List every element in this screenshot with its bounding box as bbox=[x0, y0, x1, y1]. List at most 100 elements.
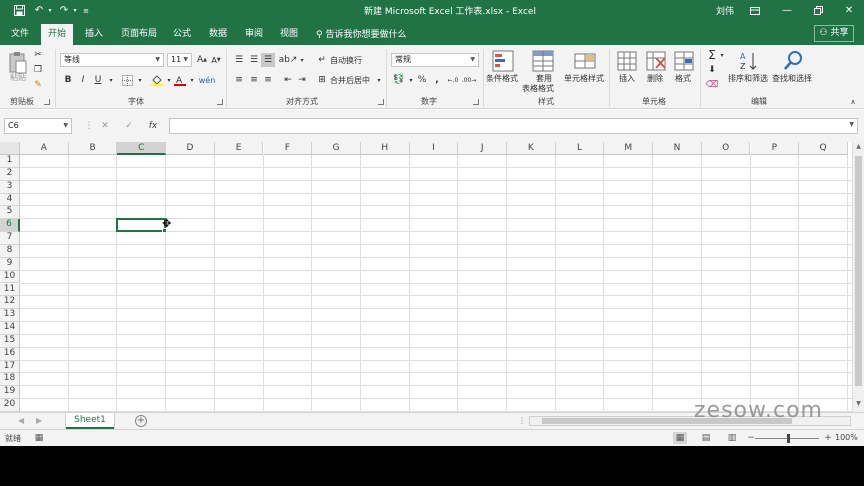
delete-cells-icon[interactable] bbox=[645, 50, 667, 72]
row-header[interactable]: 6 bbox=[0, 219, 20, 233]
select-all-button[interactable] bbox=[0, 142, 20, 155]
font-color-dropdown-icon[interactable]: ▾ bbox=[185, 73, 199, 87]
page-layout-view-icon[interactable]: ▤ bbox=[699, 432, 713, 444]
orientation-dropdown-icon[interactable]: ▾ bbox=[295, 53, 309, 67]
phonetic-icon[interactable]: wén bbox=[199, 73, 216, 87]
redo-dropdown-icon[interactable]: ▾ bbox=[71, 3, 79, 18]
sheet-tab[interactable]: Sheet1 bbox=[66, 413, 114, 429]
customize-toolbar-icon[interactable]: ≡ bbox=[82, 3, 90, 18]
align-middle-icon[interactable]: ☰ bbox=[247, 53, 261, 67]
align-left-icon[interactable]: ≡ bbox=[232, 73, 246, 87]
save-icon[interactable] bbox=[12, 3, 26, 18]
row-header[interactable]: 4 bbox=[0, 193, 20, 207]
scroll-down-icon[interactable]: ▼ bbox=[853, 400, 864, 410]
row-header[interactable]: 19 bbox=[0, 386, 20, 400]
copy-icon[interactable]: ❐ bbox=[32, 64, 44, 76]
percent-button[interactable]: % bbox=[415, 73, 429, 87]
format-as-table-icon[interactable] bbox=[532, 50, 554, 72]
decrease-indent-icon[interactable]: ⇤ bbox=[281, 73, 295, 87]
worksheet-grid[interactable]: A B C D E F G H I J K L M N O P Q 1 2 3 4 5 6 7 8 9 10 11 12 13 14 15 16… bbox=[0, 142, 852, 412]
column-header[interactable]: B bbox=[68, 142, 118, 155]
column-header[interactable]: L bbox=[555, 142, 605, 155]
number-launcher-icon[interactable] bbox=[473, 99, 479, 105]
column-header[interactable]: E bbox=[214, 142, 264, 155]
row-header[interactable]: 18 bbox=[0, 373, 20, 387]
active-cell[interactable] bbox=[116, 218, 167, 233]
row-header[interactable]: 12 bbox=[0, 296, 20, 310]
add-sheet-icon[interactable]: + bbox=[135, 415, 147, 427]
font-size-select[interactable]: 11 ▼ bbox=[167, 53, 192, 67]
page-break-view-icon[interactable]: ▥ bbox=[725, 432, 739, 444]
tab-home[interactable]: 开始 bbox=[41, 24, 74, 45]
normal-view-icon[interactable]: ▦ bbox=[673, 432, 687, 444]
row-header[interactable]: 8 bbox=[0, 244, 20, 258]
wrap-text-icon[interactable]: ↵ bbox=[316, 54, 328, 66]
row-header[interactable]: 20 bbox=[0, 399, 20, 412]
format-cells-icon[interactable] bbox=[673, 50, 695, 72]
align-top-icon[interactable]: ☰ bbox=[232, 53, 246, 67]
vertical-scrollbar[interactable]: ▲ ▼ bbox=[852, 142, 864, 412]
borders-dropdown-icon[interactable]: ▾ bbox=[133, 73, 147, 87]
row-header[interactable]: 15 bbox=[0, 334, 20, 348]
number-format-select[interactable]: 常规 ▼ bbox=[391, 53, 479, 67]
column-header[interactable]: C bbox=[117, 142, 167, 155]
tab-file[interactable]: 文件 bbox=[4, 24, 36, 45]
sort-filter-icon[interactable]: AZ bbox=[738, 50, 760, 72]
delete-cells-button[interactable]: 删除 bbox=[647, 73, 663, 84]
bold-button[interactable]: B bbox=[61, 73, 75, 87]
increase-indent-icon[interactable]: ⇥ bbox=[295, 73, 309, 87]
merge-center-icon[interactable]: ⊞ bbox=[316, 74, 328, 86]
cell-styles-icon[interactable] bbox=[574, 50, 596, 72]
autosum-icon[interactable]: Σ bbox=[705, 48, 719, 62]
column-header[interactable]: A bbox=[20, 142, 69, 155]
restore-icon[interactable] bbox=[803, 0, 833, 21]
font-launcher-icon[interactable] bbox=[217, 99, 223, 105]
row-header[interactable]: 7 bbox=[0, 232, 20, 245]
font-name-select[interactable]: 等线 ▼ bbox=[60, 53, 164, 67]
row-header[interactable]: 1 bbox=[0, 155, 20, 168]
undo-icon[interactable]: ↶ bbox=[32, 3, 46, 18]
share-button[interactable]: ⚇ 共享 bbox=[814, 25, 854, 42]
autosum-dropdown-icon[interactable]: ▾ bbox=[718, 50, 726, 60]
tab-insert[interactable]: 插入 bbox=[78, 24, 110, 45]
align-center-icon[interactable]: ≡ bbox=[247, 73, 261, 87]
align-bottom-icon[interactable]: ☰ bbox=[261, 53, 275, 67]
column-header[interactable]: Q bbox=[799, 142, 848, 155]
format-cells-button[interactable]: 格式 bbox=[675, 73, 691, 84]
format-painter-icon[interactable]: ✎ bbox=[32, 79, 44, 91]
column-header[interactable]: P bbox=[750, 142, 800, 155]
tell-me-box[interactable]: ⚲ 告诉我你想要做什么 bbox=[316, 27, 406, 40]
redo-icon[interactable]: ↷ bbox=[57, 3, 71, 18]
insert-function-icon[interactable]: fx bbox=[144, 118, 162, 134]
column-header[interactable]: M bbox=[604, 142, 654, 155]
italic-button[interactable]: I bbox=[76, 73, 90, 87]
fill-icon[interactable]: ⬇ bbox=[705, 63, 719, 77]
find-select-button[interactable]: 查找和选择 bbox=[772, 73, 812, 84]
decrease-decimal-icon[interactable]: .00→ bbox=[462, 73, 477, 87]
row-header[interactable]: 13 bbox=[0, 309, 20, 323]
find-select-icon[interactable] bbox=[782, 50, 804, 72]
row-header[interactable]: 10 bbox=[0, 270, 20, 284]
user-name[interactable]: 刘伟 bbox=[716, 4, 734, 17]
borders-icon[interactable] bbox=[120, 73, 134, 87]
column-header[interactable]: D bbox=[166, 142, 215, 155]
conditional-formatting-button[interactable]: 条件格式 bbox=[486, 73, 518, 84]
column-header[interactable]: I bbox=[409, 142, 459, 155]
insert-cells-button[interactable]: 插入 bbox=[619, 73, 635, 84]
alignment-launcher-icon[interactable] bbox=[378, 99, 384, 105]
column-header[interactable]: J bbox=[458, 142, 507, 155]
row-header[interactable]: 2 bbox=[0, 167, 20, 181]
row-header[interactable]: 3 bbox=[0, 180, 20, 194]
clipboard-launcher-icon[interactable] bbox=[44, 99, 50, 105]
formula-input[interactable]: ▼ bbox=[169, 118, 858, 134]
macro-record-icon[interactable]: ▦ bbox=[32, 432, 46, 444]
insert-cells-icon[interactable] bbox=[616, 50, 638, 72]
tab-data[interactable]: 数据 bbox=[202, 24, 234, 45]
cut-icon[interactable]: ✂ bbox=[32, 49, 44, 61]
row-header[interactable]: 16 bbox=[0, 347, 20, 361]
ribbon-display-options-icon[interactable] bbox=[740, 0, 770, 21]
enter-entry-icon[interactable]: ✓ bbox=[120, 118, 138, 134]
row-header[interactable]: 17 bbox=[0, 360, 20, 374]
increase-decimal-icon[interactable]: ←.0 bbox=[446, 73, 460, 87]
sort-filter-button[interactable]: 排序和筛选 bbox=[728, 73, 768, 84]
